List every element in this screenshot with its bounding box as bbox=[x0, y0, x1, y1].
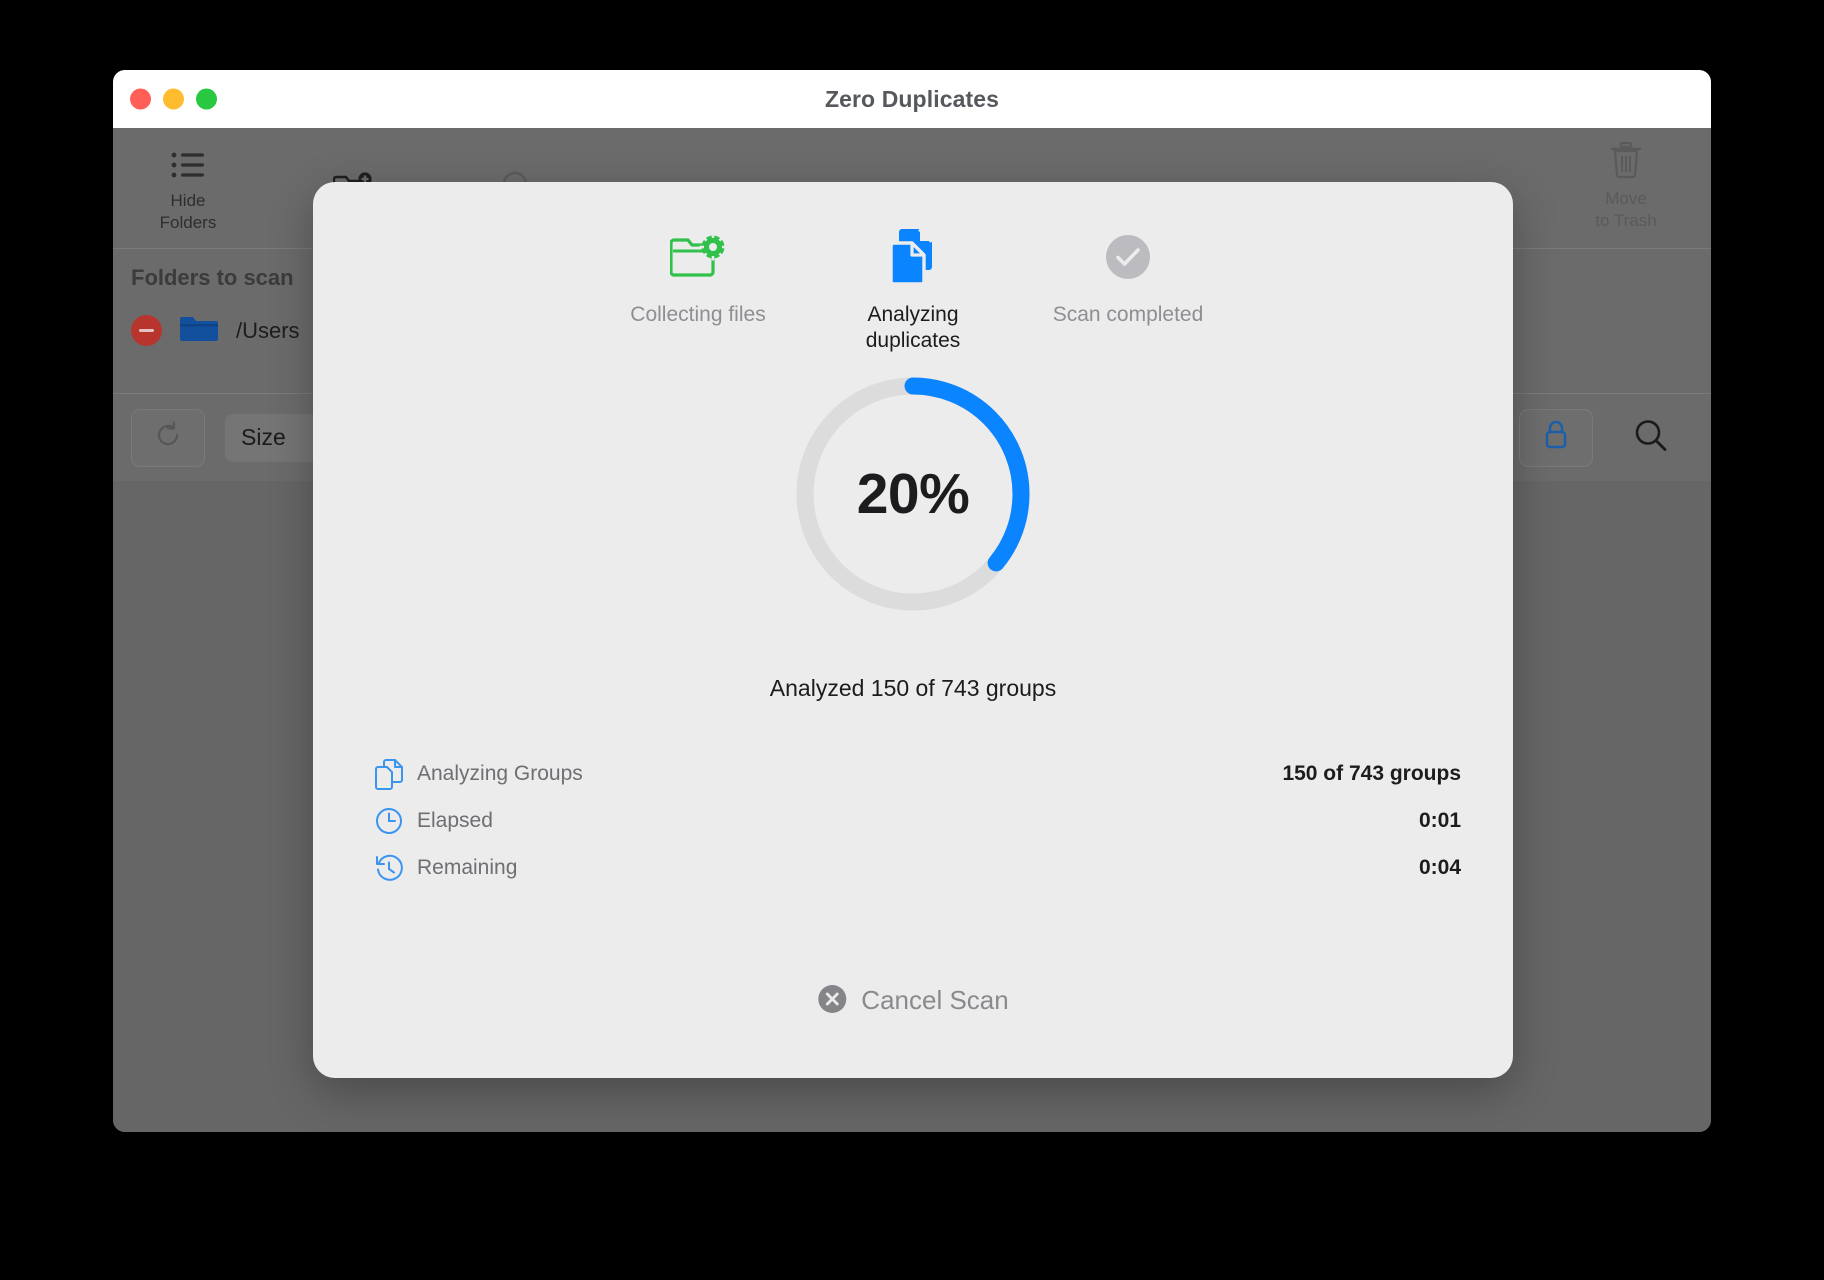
cancel-scan-button[interactable]: Cancel Scan bbox=[817, 984, 1009, 1017]
detail-label-remaining: Remaining bbox=[417, 856, 518, 879]
step-scan-completed-label: Scan completed bbox=[1052, 303, 1204, 326]
x-circle-icon bbox=[817, 984, 847, 1017]
traffic-lights bbox=[130, 88, 217, 110]
progress-caption: Analyzed 150 of 743 groups bbox=[769, 675, 1057, 701]
scan-progress-dialog: Collecting files Analyzing duplicates Sc… bbox=[313, 182, 1513, 1078]
list-icon bbox=[171, 148, 205, 182]
detail-row-elapsed: Elapsed 0:01 bbox=[375, 799, 1461, 843]
lock-icon bbox=[1542, 419, 1570, 456]
detail-row-remaining: Remaining 0:04 bbox=[375, 846, 1461, 890]
progress-ring: 20% bbox=[789, 370, 1037, 618]
title-bar: Zero Duplicates bbox=[113, 70, 1711, 128]
filter-search-button[interactable] bbox=[1633, 417, 1669, 458]
toolbar-move-to-trash-button[interactable]: Move to Trash bbox=[1571, 134, 1681, 232]
step-analyzing-duplicates-label: Analyzing duplicates bbox=[865, 303, 961, 352]
detail-row-analyzing-groups: Analyzing Groups 150 of 743 groups bbox=[375, 752, 1461, 796]
search-icon bbox=[1635, 419, 1667, 451]
detail-value-elapsed: 0:01 bbox=[1418, 809, 1461, 832]
trash-icon bbox=[1609, 140, 1643, 180]
refresh-button[interactable] bbox=[131, 408, 205, 467]
toolbar-hide-folders-label: Hide Folders bbox=[159, 191, 217, 232]
step-analyzing-duplicates: Analyzing duplicates bbox=[806, 224, 1021, 354]
minimize-button[interactable] bbox=[163, 88, 184, 110]
step-collecting-files-label: Collecting files bbox=[630, 303, 766, 326]
toolbar-move-to-trash-label: Move to Trash bbox=[1595, 189, 1657, 230]
duplicate-documents-icon bbox=[884, 224, 942, 290]
refresh-icon bbox=[153, 420, 183, 455]
detail-label-analyzing-groups: Analyzing Groups bbox=[417, 762, 583, 785]
detail-value-remaining: 0:04 bbox=[1418, 856, 1461, 879]
zoom-button[interactable] bbox=[196, 88, 217, 110]
detail-label-elapsed: Elapsed bbox=[417, 809, 493, 832]
clock-icon bbox=[375, 807, 417, 835]
step-collecting-files: Collecting files bbox=[591, 224, 806, 328]
toolbar-hide-folders-button[interactable]: Hide Folders bbox=[133, 142, 243, 234]
documents-outline-icon bbox=[375, 758, 417, 790]
scan-detail-list: Analyzing Groups 150 of 743 groups Elaps… bbox=[375, 752, 1461, 893]
folder-path-label: /Users bbox=[236, 317, 300, 343]
minus-circle-icon[interactable] bbox=[131, 315, 162, 346]
detail-value-analyzing-groups: 150 of 743 groups bbox=[1282, 762, 1461, 785]
clock-reverse-icon bbox=[375, 854, 417, 882]
close-button[interactable] bbox=[130, 88, 151, 110]
check-circle-icon bbox=[1103, 224, 1153, 290]
step-scan-completed: Scan completed bbox=[1021, 224, 1236, 328]
cancel-scan-label: Cancel Scan bbox=[861, 985, 1009, 1015]
folder-gear-icon bbox=[670, 224, 726, 290]
window-title: Zero Duplicates bbox=[824, 85, 1000, 112]
scan-steps: Collecting files Analyzing duplicates Sc… bbox=[313, 224, 1513, 354]
folder-icon bbox=[180, 313, 218, 348]
lock-button[interactable] bbox=[1519, 408, 1593, 467]
size-filter-label: Size bbox=[241, 424, 286, 450]
progress-percent-label: 20% bbox=[856, 462, 970, 526]
